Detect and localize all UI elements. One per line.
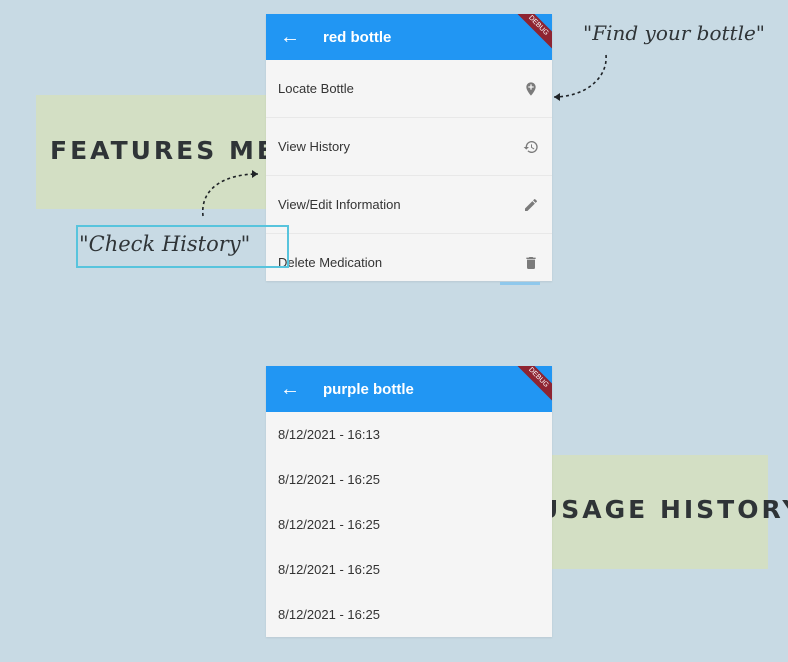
location-pin-icon (526, 81, 536, 96)
menu-item-delete-medication[interactable]: Delete Medication (266, 234, 552, 281)
history-icon (523, 140, 538, 153)
usage-history-note-label: USAGE HISTORY (538, 495, 788, 524)
back-arrow-icon[interactable]: ← (280, 379, 302, 399)
history-entry: 8/12/2021 - 16:25 (278, 607, 380, 622)
history-entry: 8/12/2021 - 16:13 (278, 427, 380, 442)
top-screen-title: red bottle (323, 28, 392, 46)
menu-item-label: View/Edit Information (278, 197, 401, 212)
edit-icon (525, 198, 537, 211)
find-bottle-callout: "Find your bottle" (583, 21, 766, 45)
menu-item-locate-bottle[interactable]: Locate Bottle (266, 60, 552, 118)
check-history-arrow (202, 170, 259, 217)
trash-icon (526, 256, 536, 269)
bottom-screen-title: purple bottle (323, 380, 414, 398)
history-entry: 8/12/2021 - 16:25 (278, 517, 380, 532)
menu-item-label: Locate Bottle (278, 81, 354, 96)
back-arrow-icon[interactable]: ← (280, 27, 302, 47)
top-app-bar: ← red bottle DEBUG (266, 14, 552, 60)
menu-item-view-history[interactable]: View History (266, 118, 552, 176)
usage-history-screen: ← purple bottle DEBUG 8/12/2021 - 16:13 … (266, 366, 552, 637)
debug-banner: DEBUG (511, 14, 552, 53)
history-entry: 8/12/2021 - 16:25 (278, 472, 380, 487)
history-entry: 8/12/2021 - 16:25 (278, 562, 380, 577)
menu-item-label: Delete Medication (278, 255, 383, 270)
find-bottle-arrow (553, 54, 607, 101)
menu-item-view-edit-information[interactable]: View/Edit Information (266, 176, 552, 234)
scroll-fade-indicator (500, 282, 540, 285)
check-history-callout: "Check History" (79, 232, 251, 256)
debug-banner: DEBUG (511, 366, 552, 405)
features-menu-screen: ← red bottle DEBUG Locate Bottle View Hi… (266, 14, 552, 281)
bottom-app-bar: ← purple bottle DEBUG (266, 366, 552, 412)
menu-item-label: View History (278, 139, 351, 154)
